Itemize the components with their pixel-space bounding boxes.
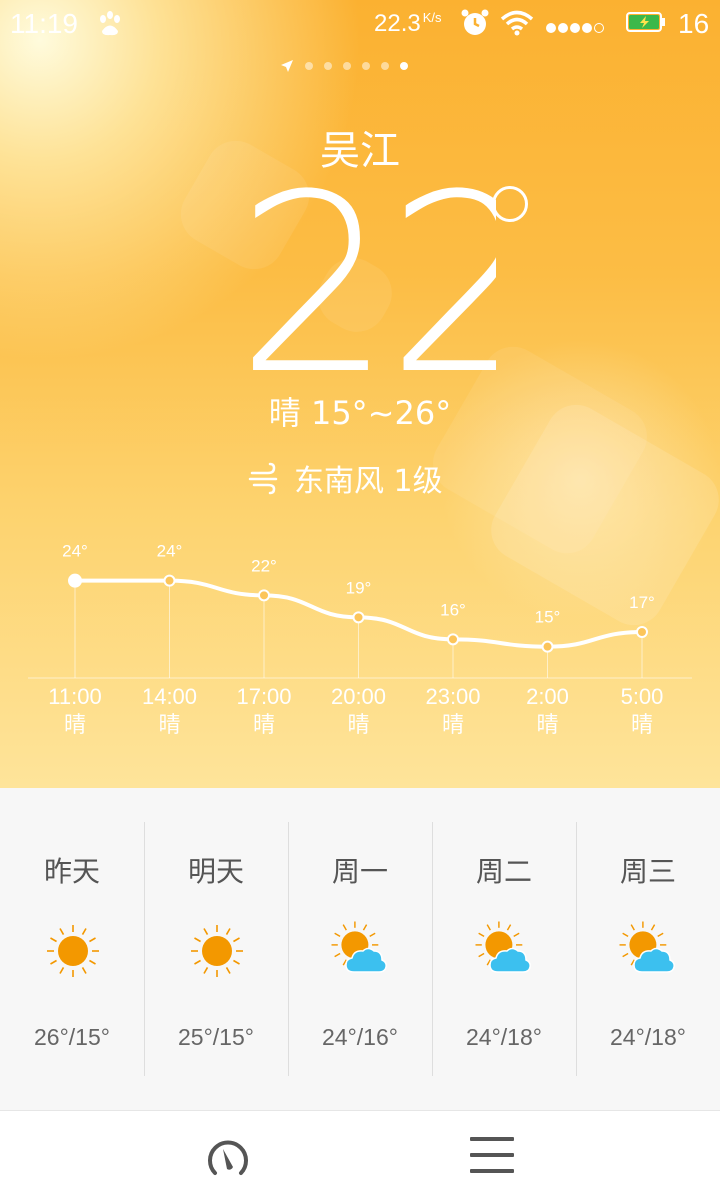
page-dot	[362, 62, 370, 70]
page-dot	[305, 62, 313, 70]
hour-label: 2:00	[526, 684, 569, 709]
wifi-icon	[500, 10, 534, 36]
forecast-day-name: 昨天	[43, 855, 100, 888]
city-page-indicator[interactable]	[280, 58, 408, 74]
temperature-point	[258, 589, 270, 602]
status-bar: 11:19 22.3 K/s 16	[0, 0, 720, 48]
battery-charging-icon	[626, 12, 665, 32]
temperature-label: 24°	[62, 542, 88, 561]
wind-info: 东南风 1级	[248, 456, 443, 500]
sun-cloud-icon	[619, 921, 675, 973]
hour-condition: 晴	[347, 713, 369, 738]
current-temperature: 22	[236, 176, 496, 386]
temperature-point	[352, 611, 365, 624]
hour-condition: 晴	[253, 713, 275, 738]
signal-strength-icon	[546, 18, 606, 37]
wind-text: 东南风 1级	[294, 464, 443, 499]
forecast-temp-range: 24°/18°	[610, 1024, 686, 1050]
hour-label: 20:00	[331, 684, 386, 709]
temperature-label: 22°	[251, 556, 277, 575]
sun-cloud-icon	[331, 921, 387, 973]
temperature-label: 24°	[157, 542, 183, 561]
forecast-day-name: 明天	[187, 855, 244, 888]
temperature-point	[636, 626, 648, 638]
daily-forecast: 昨天 26°/15° 明天 25°/15° 周一 24°/16° 周二 24°/18° 周三 24…	[0, 788, 720, 1110]
temperature-point	[163, 574, 176, 587]
forecast-day[interactable]: 昨天 26°/15°	[0, 788, 144, 1110]
temperature-point	[68, 573, 82, 588]
alarm-icon	[461, 9, 489, 35]
location-arrow-icon	[281, 60, 293, 72]
temperature-label: 16°	[440, 600, 466, 619]
weather-screen: 11:19 22.3 K/s 16 吴江 22 晴 15°~26° 东南风 1级…	[0, 0, 720, 1200]
forecast-day[interactable]: 明天 25°/15°	[144, 788, 288, 1110]
sun-icon	[47, 925, 99, 977]
current-weather-panel[interactable]: 11:19 22.3 K/s 16 吴江 22 晴 15°~26° 东南风 1级…	[0, 0, 720, 788]
page-dot-active	[400, 62, 408, 70]
forecast-day[interactable]: 周二 24°/18°	[432, 788, 576, 1110]
forecast-day[interactable]: 周一 24°/16°	[288, 788, 432, 1110]
temperature-point	[541, 640, 554, 653]
network-speed-unit: K/s	[422, 10, 442, 25]
temperature-point	[447, 633, 459, 646]
forecast-day[interactable]: 周三 24°/18°	[576, 788, 720, 1110]
temperature-label: 19°	[346, 578, 372, 597]
temperature-label: 17°	[629, 593, 655, 612]
air-quality-gauge-icon[interactable]	[205, 1135, 251, 1181]
status-time: 11:19	[10, 8, 78, 39]
forecast-day-name: 周一	[331, 855, 388, 888]
hour-label: 17:00	[236, 684, 291, 709]
hour-label: 5:00	[621, 684, 664, 709]
forecast-temp-range: 24°/16°	[322, 1024, 398, 1050]
condition-range: 晴 15°~26°	[268, 394, 452, 432]
forecast-day-name: 周二	[475, 855, 532, 888]
hour-condition: 晴	[64, 713, 86, 738]
network-speed-value: 22.3	[374, 10, 421, 37]
hour-label: 14:00	[142, 684, 197, 709]
current-temperature-value: 22	[236, 176, 496, 386]
forecast-day-name: 周三	[619, 855, 676, 888]
temperature-label: 15°	[535, 608, 561, 627]
battery-level: 16	[678, 8, 710, 39]
page-dot	[381, 62, 389, 70]
hour-label: 11:00	[48, 684, 101, 709]
hourly-temperature-chart: 24° 11:00 晴 24° 14:00 晴 22° 17:00 晴 19° 20:00 晴 16° 2…	[28, 542, 692, 738]
menu-icon[interactable]	[470, 1137, 514, 1177]
hour-condition: 晴	[631, 713, 653, 738]
hour-condition: 晴	[536, 713, 558, 738]
hour-condition: 晴	[158, 713, 180, 738]
bottom-navigation	[0, 1110, 720, 1200]
page-dot	[343, 62, 351, 70]
hour-condition: 晴	[442, 713, 464, 738]
degree-symbol	[492, 186, 528, 222]
page-dot	[324, 62, 332, 70]
network-speed: 22.3 K/s	[374, 10, 442, 38]
city-name[interactable]: 吴江	[0, 118, 720, 176]
forecast-temp-range: 24°/18°	[466, 1024, 542, 1050]
wind-icon	[248, 462, 278, 495]
forecast-temp-range: 26°/15°	[34, 1024, 110, 1050]
sun-icon	[191, 925, 243, 977]
hour-label: 23:00	[425, 684, 480, 709]
forecast-temp-range: 25°/15°	[178, 1024, 254, 1050]
sun-cloud-icon	[475, 921, 531, 973]
paw-icon	[100, 11, 120, 36]
